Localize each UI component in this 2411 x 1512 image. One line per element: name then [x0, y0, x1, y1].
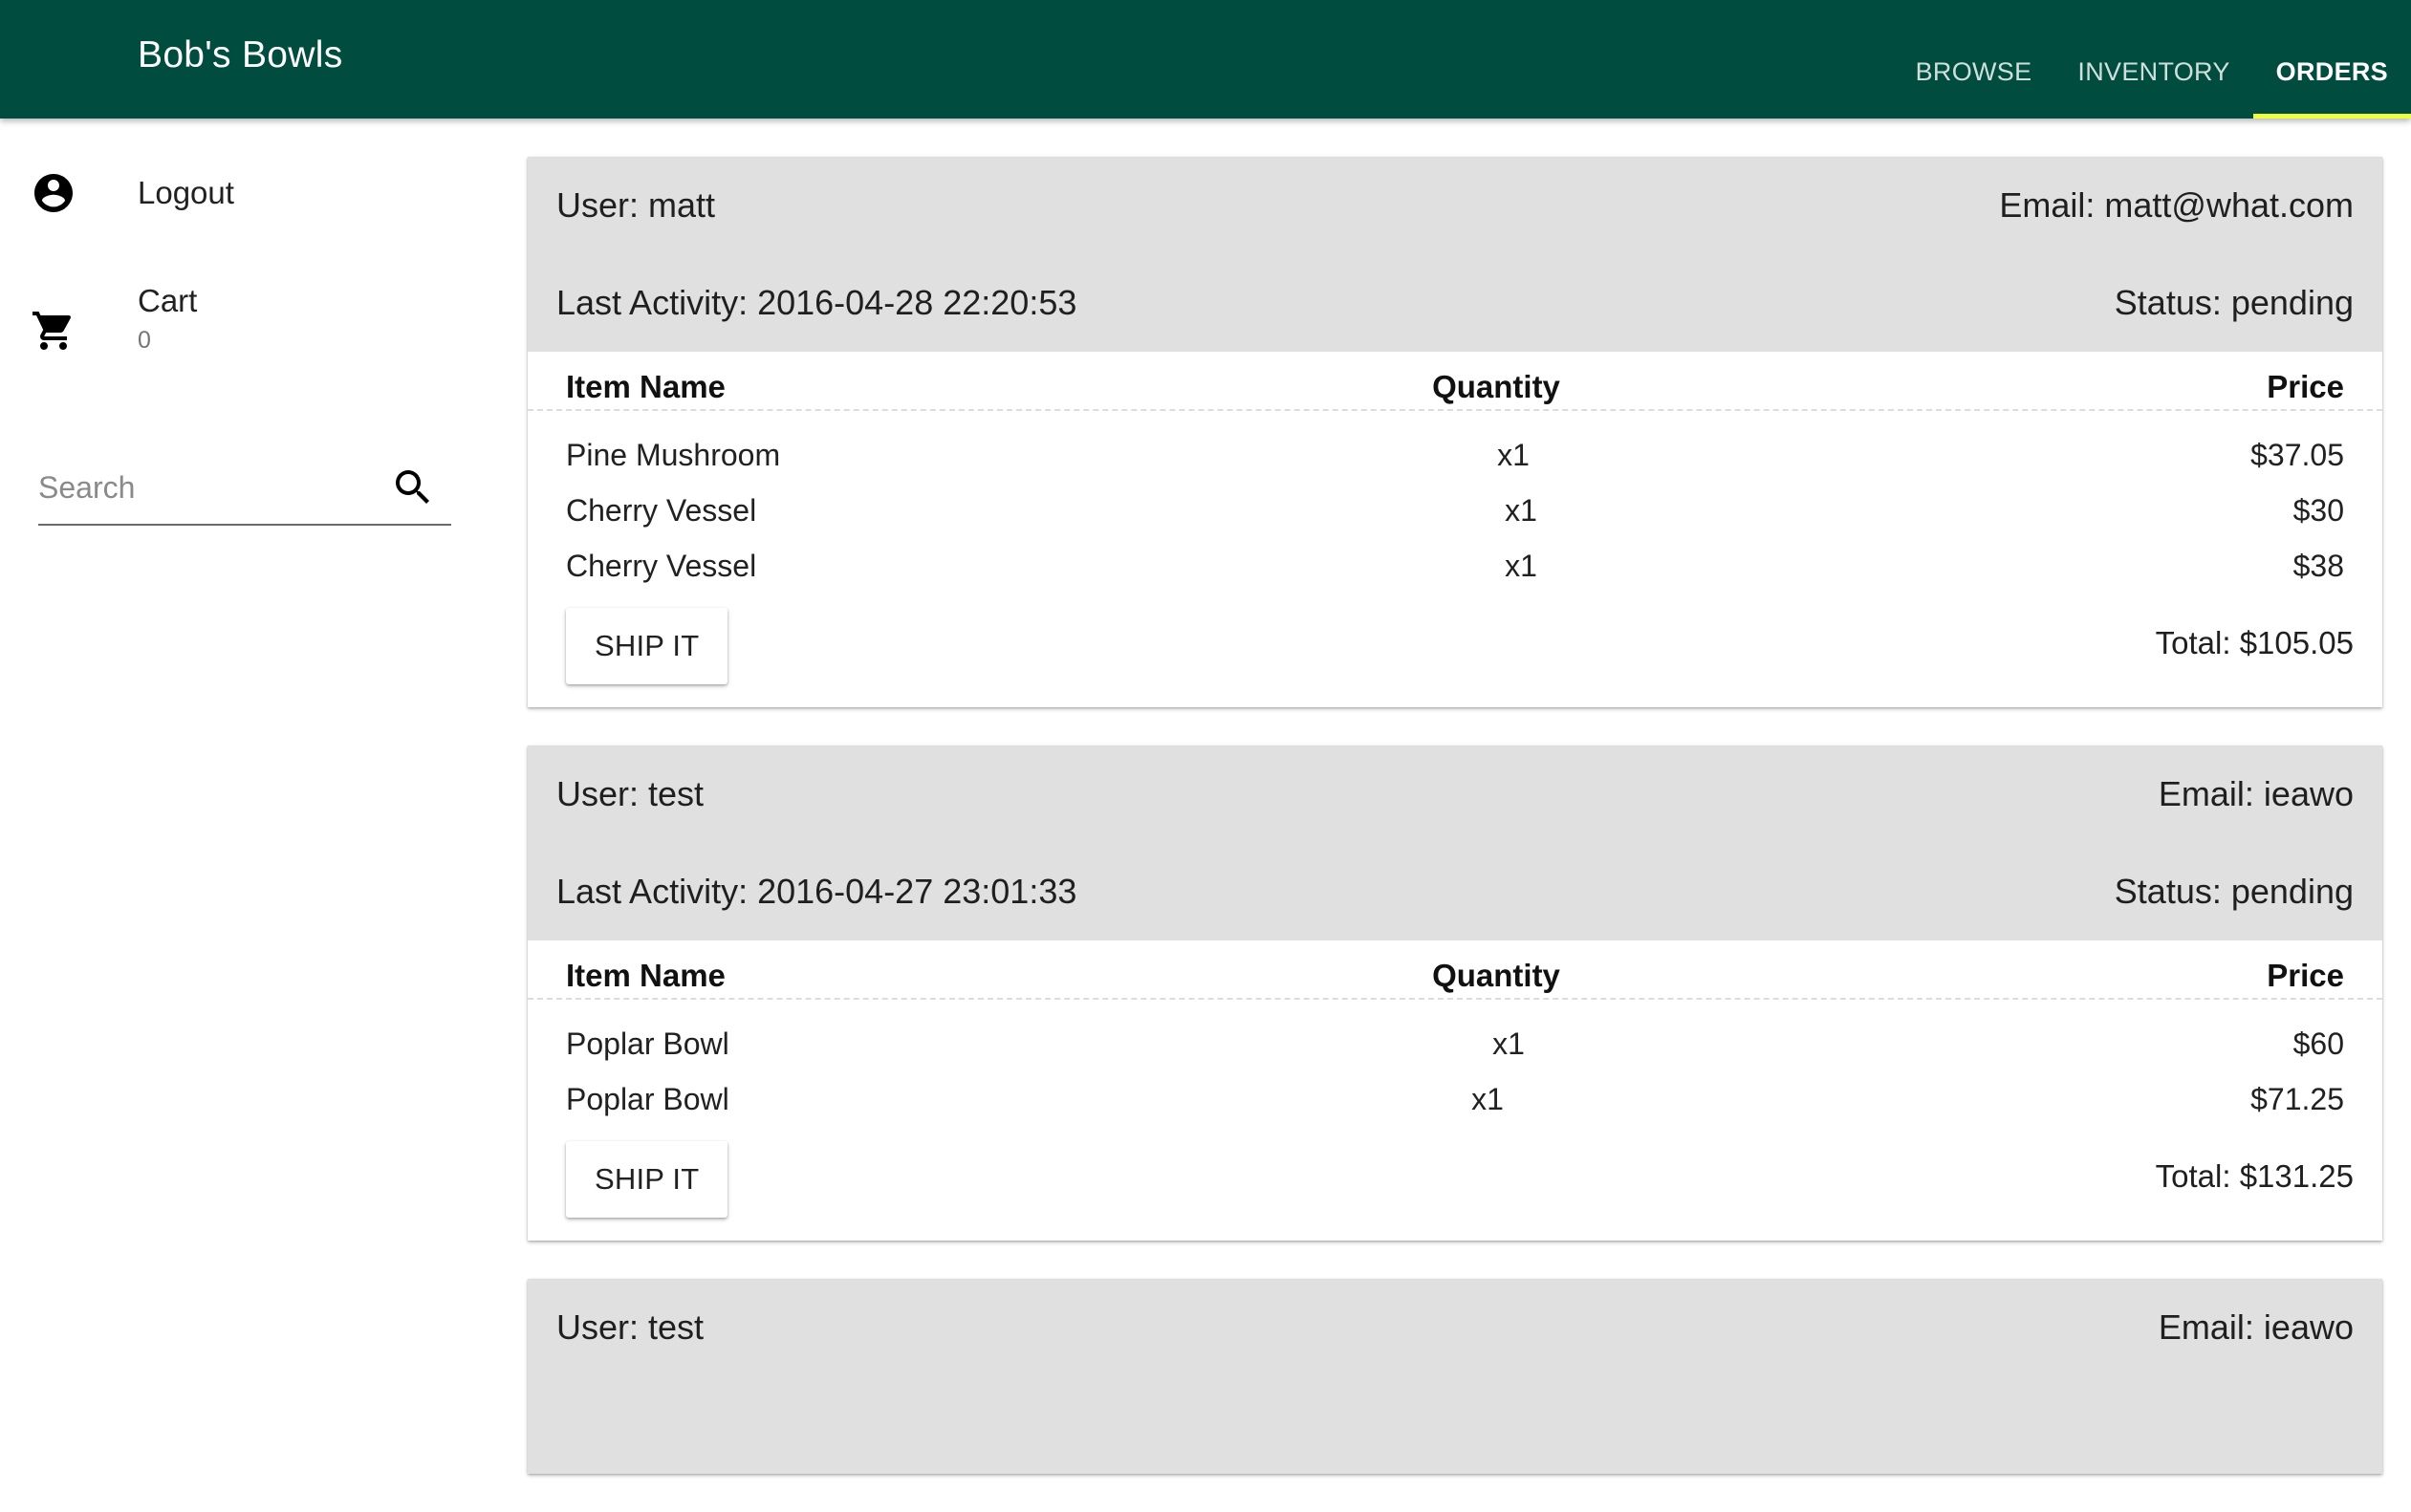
column-price: Price — [2267, 958, 2344, 993]
order-last-activity: Last Activity: 2016-04-27 23:01:33 — [556, 872, 1077, 911]
item-quantity: x1 — [1505, 549, 1537, 583]
order-card: User: matt Email: matt@what.com Last Act… — [528, 157, 2382, 707]
item-price: $60 — [2292, 1026, 2344, 1061]
order-user: User: test — [556, 774, 705, 813]
search-icon[interactable] — [390, 464, 436, 510]
account-circle-icon — [34, 174, 73, 212]
nav-tabs: BROWSE INVENTORY ORDERS — [1893, 0, 2411, 119]
order-user: User: test — [556, 1307, 705, 1347]
sidebar-item-logout[interactable]: Logout — [0, 157, 489, 229]
column-quantity: Quantity — [1432, 369, 1560, 404]
order-status: Status: pending — [2114, 872, 2354, 911]
item-quantity: x1 — [1497, 438, 1530, 472]
order-email: Email: ieawo — [2158, 774, 2354, 813]
order-card: User: test Email: ieawo Last Activity: 2… — [528, 745, 2382, 1241]
table-row: Cherry Vessel x1 $30 — [528, 480, 2382, 535]
sidebar-item-label: Logout — [138, 175, 234, 210]
order-email: Email: matt@what.com — [1999, 185, 2354, 225]
table-header: Item Name Quantity Price — [528, 940, 2382, 1000]
item-name: Poplar Bowl — [566, 1082, 729, 1116]
order-status: Status: pending — [2114, 283, 2354, 322]
app-title: Bob's Bowls — [138, 34, 343, 76]
table-row: Poplar Bowl x1 $71.25 — [528, 1069, 2382, 1124]
ship-it-button[interactable]: SHIP IT — [566, 608, 728, 684]
order-last-activity: Last Activity: 2016-04-28 22:20:53 — [556, 283, 1077, 322]
table-row: Pine Mushroom x1 $37.05 — [528, 424, 2382, 480]
item-price: $38 — [2292, 549, 2344, 583]
order-footer: SHIP IT Total: $131.25 — [528, 1124, 2382, 1241]
order-email: Email: ieawo — [2158, 1307, 2354, 1347]
search-input[interactable] — [38, 463, 382, 512]
order-card: User: test Email: ieawo — [528, 1279, 2382, 1474]
item-quantity: x1 — [1505, 493, 1537, 528]
sidebar-item-label: Cart — [138, 283, 198, 318]
item-name: Poplar Bowl — [566, 1026, 729, 1061]
cart-count: 0 — [138, 327, 151, 354]
item-quantity: x1 — [1492, 1026, 1525, 1061]
order-header: User: test Email: ieawo Last Activity: 2… — [528, 745, 2382, 940]
order-user: User: matt — [556, 185, 716, 225]
item-price: $71.25 — [2250, 1082, 2344, 1116]
tab-browse[interactable]: BROWSE — [1893, 0, 2055, 119]
item-price: $30 — [2292, 493, 2344, 528]
search-field — [38, 453, 451, 526]
app-bar: Bob's Bowls BROWSE INVENTORY ORDERS — [0, 0, 2411, 119]
table-header: Item Name Quantity Price — [528, 352, 2382, 411]
item-name: Cherry Vessel — [566, 549, 757, 583]
sidebar-item-cart[interactable]: Cart 0 — [0, 277, 489, 382]
item-price: $37.05 — [2250, 438, 2344, 472]
item-quantity: x1 — [1471, 1082, 1504, 1116]
order-header: User: test Email: ieawo — [528, 1279, 2382, 1474]
table-row: Poplar Bowl x1 $60 — [528, 1013, 2382, 1069]
column-price: Price — [2267, 369, 2344, 404]
order-total: Total: $131.25 — [2155, 1158, 2354, 1194]
item-name: Cherry Vessel — [566, 493, 757, 528]
column-item-name: Item Name — [566, 958, 726, 993]
column-item-name: Item Name — [566, 369, 726, 404]
table-row: Cherry Vessel x1 $38 — [528, 535, 2382, 591]
order-footer: SHIP IT Total: $105.05 — [528, 591, 2382, 707]
sidebar: Logout Cart 0 — [0, 119, 489, 1386]
shopping-cart-icon — [33, 312, 72, 350]
order-header: User: matt Email: matt@what.com Last Act… — [528, 157, 2382, 352]
order-total: Total: $105.05 — [2155, 625, 2354, 660]
ship-it-button[interactable]: SHIP IT — [566, 1141, 728, 1218]
item-name: Pine Mushroom — [566, 438, 781, 472]
tab-orders[interactable]: ORDERS — [2252, 0, 2411, 119]
tab-inventory[interactable]: INVENTORY — [2054, 0, 2252, 119]
column-quantity: Quantity — [1432, 958, 1560, 993]
orders-list: User: matt Email: matt@what.com Last Act… — [528, 157, 2382, 1512]
